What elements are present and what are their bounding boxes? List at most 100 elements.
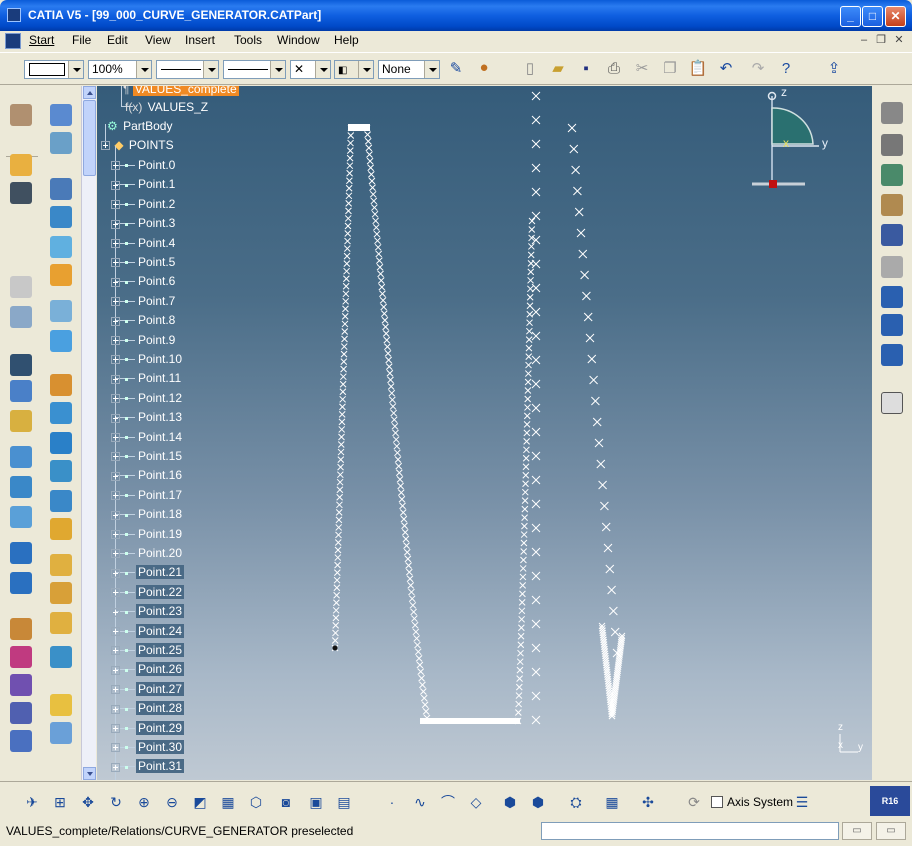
- tree-item-point[interactable]: Point.20: [111, 544, 184, 562]
- formula-icon[interactable]: [881, 134, 903, 156]
- axis-system-tree-icon[interactable]: ☰: [792, 792, 812, 812]
- geometry-point-marker[interactable]: [523, 446, 530, 454]
- expand-icon[interactable]: [111, 238, 120, 248]
- menu-tools[interactable]: Tools: [234, 33, 262, 47]
- swap-visible-space-icon[interactable]: ▤: [334, 792, 354, 812]
- geometry-point-marker[interactable]: [569, 144, 579, 154]
- geometry-point-marker[interactable]: [522, 454, 530, 462]
- zoom-in-icon[interactable]: ⊕: [134, 792, 154, 812]
- geometry-point-marker[interactable]: [526, 310, 534, 318]
- check-icon[interactable]: [881, 314, 903, 336]
- geometry-point-marker[interactable]: [587, 354, 597, 364]
- geometry-point-marker[interactable]: [525, 327, 533, 335]
- geometry-point-marker[interactable]: [408, 595, 416, 603]
- join-icon[interactable]: [50, 264, 72, 286]
- tree-item-point[interactable]: Point.24: [111, 622, 185, 640]
- geometry-point-marker[interactable]: [401, 529, 409, 536]
- tree-item-point[interactable]: Point.7: [111, 292, 177, 310]
- geometry-point-marker[interactable]: [596, 459, 606, 469]
- geometry-point-marker[interactable]: [404, 555, 412, 563]
- tree-item-point[interactable]: Point.10: [111, 350, 184, 368]
- geometry-point-marker[interactable]: [531, 307, 541, 317]
- tree-item-point[interactable]: Point.31: [111, 757, 185, 775]
- geometry-point-marker[interactable]: [396, 475, 404, 483]
- geometry-point-marker[interactable]: [385, 356, 393, 364]
- geometry-point-marker[interactable]: [374, 237, 381, 245]
- geometry-point-marker[interactable]: [523, 429, 531, 437]
- menu-help[interactable]: Help: [334, 33, 359, 47]
- normal-view-icon[interactable]: ◩: [190, 792, 210, 812]
- geometry-point-marker[interactable]: [380, 303, 388, 311]
- apply-material-icon[interactable]: ●: [474, 58, 494, 78]
- line-type-combo[interactable]: [223, 60, 286, 79]
- geometry-point-marker[interactable]: [388, 389, 396, 397]
- geometry-point-marker[interactable]: [531, 283, 541, 293]
- geometry-point-marker[interactable]: [520, 548, 528, 555]
- geometry-point-marker[interactable]: [408, 588, 415, 596]
- geometry-point-marker[interactable]: [531, 115, 541, 125]
- chevron-down-icon[interactable]: [68, 61, 83, 78]
- annotation-icon[interactable]: [881, 392, 903, 414]
- geometry-point-marker[interactable]: [410, 608, 417, 616]
- geometry-point-marker[interactable]: [421, 701, 429, 709]
- expand-icon[interactable]: [111, 277, 120, 287]
- expand-icon[interactable]: [111, 723, 120, 733]
- isometric-view-icon[interactable]: ⬡: [246, 792, 266, 812]
- geometry-point-marker[interactable]: [515, 683, 523, 691]
- geometry-point-marker[interactable]: [526, 302, 534, 310]
- geometry-point-marker[interactable]: [527, 260, 535, 267]
- expand-icon[interactable]: [111, 491, 120, 501]
- select-arrow-icon[interactable]: [10, 154, 32, 176]
- geometry-point-marker[interactable]: [523, 412, 531, 420]
- geometry-point-marker[interactable]: [382, 323, 389, 331]
- tree-item-point[interactable]: Point.22: [111, 583, 185, 601]
- geometry-point-marker[interactable]: [531, 139, 541, 149]
- expand-icon[interactable]: [111, 510, 120, 520]
- expand-icon[interactable]: [111, 258, 120, 268]
- expand-icon[interactable]: [111, 568, 120, 578]
- zoom-combo[interactable]: 100%: [88, 60, 152, 79]
- point-icon[interactable]: [10, 354, 32, 376]
- geometry-point-marker[interactable]: [519, 565, 527, 572]
- geometry-point-marker[interactable]: [531, 403, 541, 413]
- minimize-button[interactable]: _: [840, 6, 861, 27]
- revolve-icon[interactable]: [10, 476, 32, 498]
- snap-icon[interactable]: ✣: [638, 792, 658, 812]
- geometry-point-marker[interactable]: [369, 184, 376, 192]
- circle-icon[interactable]: [10, 542, 32, 564]
- geometry-point-marker[interactable]: [416, 661, 424, 669]
- status-button-1[interactable]: ▭: [842, 822, 872, 840]
- geometry-point-marker[interactable]: [402, 535, 410, 543]
- geometry-point-marker[interactable]: [528, 226, 536, 233]
- 3d-viewport[interactable]: ¶ VALUES_complete f(x) VALUES_Z ⚙ PartBo…: [97, 86, 872, 780]
- geometry-point-marker[interactable]: [382, 330, 390, 337]
- geometry-point-marker[interactable]: [366, 151, 373, 158]
- plane-tool-icon[interactable]: ◇: [466, 792, 486, 812]
- scroll-down-button[interactable]: [83, 767, 96, 780]
- geometry-point-marker[interactable]: [394, 449, 401, 457]
- new-document-icon[interactable]: ▯: [520, 59, 540, 79]
- geometry-point-marker[interactable]: [525, 344, 533, 352]
- geometry-point-marker[interactable]: [519, 573, 527, 581]
- layer-filter-combo[interactable]: ◧: [334, 60, 374, 79]
- geometry-point-marker[interactable]: [531, 667, 541, 677]
- geometry-point-marker[interactable]: [381, 316, 389, 324]
- redo-icon[interactable]: ↷: [748, 59, 768, 79]
- geometry-point-marker[interactable]: [603, 543, 613, 553]
- offset-icon[interactable]: [50, 330, 72, 352]
- expand-icon[interactable]: [111, 394, 120, 404]
- geometry-point-marker[interactable]: [379, 290, 386, 298]
- fit-all-icon[interactable]: ⊞: [50, 792, 70, 812]
- geometry-point-marker[interactable]: [370, 197, 378, 205]
- geometry-point-marker[interactable]: [413, 635, 421, 642]
- expand-icon[interactable]: [111, 626, 120, 636]
- geometry-point-marker[interactable]: [522, 471, 530, 479]
- geometry-point-marker[interactable]: [523, 437, 530, 445]
- geometry-point-marker[interactable]: [367, 164, 375, 172]
- expand-icon[interactable]: [111, 471, 120, 481]
- geometry-point-marker[interactable]: [395, 469, 403, 477]
- tree-item-points[interactable]: ◆ POINTS: [101, 136, 176, 154]
- tree-item-point[interactable]: Point.27: [111, 680, 185, 698]
- shading-icon[interactable]: ◙: [276, 792, 296, 812]
- geometry-point-marker[interactable]: [373, 230, 381, 238]
